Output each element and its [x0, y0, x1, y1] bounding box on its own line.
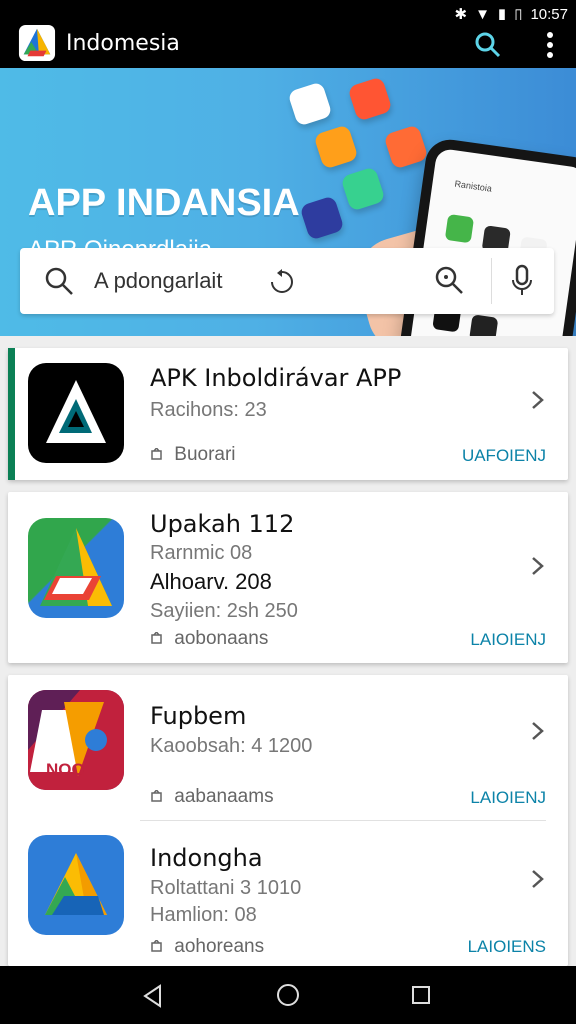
zoom-icon[interactable]	[434, 265, 464, 295]
phone-label: Ranistoia	[453, 178, 493, 194]
app-tag: Buorari	[150, 444, 236, 466]
phone-app-tile	[469, 314, 499, 336]
app-size: Sayiien: 2sh 250	[150, 600, 298, 622]
category-icon	[151, 790, 162, 803]
floating-app-icon	[347, 76, 393, 122]
selected-card-accent	[8, 348, 15, 480]
system-navigation-bar	[0, 966, 576, 1024]
floating-app-icon	[299, 195, 345, 241]
search-icon[interactable]	[44, 266, 74, 296]
banner-title: APP INDANSIA	[28, 182, 300, 224]
app-action[interactable]: LAIOIENS	[468, 937, 546, 957]
category-icon	[151, 632, 162, 645]
app-header: Indomesia	[0, 20, 576, 68]
chevron-right-icon[interactable]	[530, 868, 546, 890]
app-tag: aobonaans	[150, 628, 268, 650]
floating-app-icon	[340, 166, 386, 212]
app-meta: Kaoobsah: 4 1200	[150, 735, 313, 757]
refresh-icon[interactable]	[268, 268, 296, 296]
app-logo-icon	[18, 24, 56, 62]
app-meta: Roltattani 3 1010	[150, 877, 302, 899]
app-action[interactable]: UAFOIENJ	[462, 446, 546, 466]
app-action[interactable]: LAIOIENJ	[470, 788, 546, 808]
app-tag: aohoreans	[150, 936, 264, 958]
more-vert-icon[interactable]	[546, 31, 554, 59]
card-divider	[140, 820, 546, 821]
app-meta: Racihons: 23	[150, 399, 267, 421]
app-card[interactable]: Upakah 112 Rarnmic 08 Alhoarv. 208 Sayii…	[8, 492, 568, 663]
app-action[interactable]: LAIOIENJ	[470, 630, 546, 650]
svg-text:NOO: NOO	[46, 760, 85, 779]
app-tag-label: aohoreans	[174, 936, 265, 957]
app-secondary-meta: Hamlion: 08	[150, 904, 257, 926]
app-name: Upakah 112	[150, 510, 295, 538]
app-name: APK Inboldirávar APP	[150, 364, 402, 392]
category-icon	[151, 448, 162, 461]
app-name: Fupbem	[150, 702, 247, 730]
home-icon[interactable]	[276, 983, 300, 1007]
floating-app-icon	[383, 124, 429, 170]
app-card[interactable]: NOO Fupbem Kaoobsah: 4 1200 aabanaams LA…	[8, 675, 568, 966]
phone-app-tile	[444, 213, 475, 244]
app-tag-label: aabanaams	[174, 786, 274, 807]
floating-app-icon	[313, 124, 359, 170]
app-tag-label: aobonaans	[174, 628, 269, 649]
chevron-right-icon[interactable]	[530, 389, 546, 411]
search-divider	[491, 258, 492, 304]
app-card[interactable]: APK Inboldirávar APP Racihons: 23 Buorar…	[8, 348, 568, 480]
floating-app-icon	[287, 81, 333, 127]
search-input[interactable]: A pdongarlait	[94, 268, 222, 294]
app-icon	[28, 518, 124, 618]
search-bar[interactable]: A pdongarlait	[20, 248, 554, 314]
category-icon	[151, 940, 162, 953]
app-icon	[28, 363, 124, 463]
app-meta: Rarnmic 08	[150, 542, 253, 564]
microphone-icon[interactable]	[510, 264, 534, 298]
app-tag-label: Buorari	[174, 444, 236, 465]
back-icon[interactable]	[140, 983, 166, 1009]
app-secondary-meta: Alhoarv. 208	[150, 569, 272, 594]
app-tag: aabanaams	[150, 786, 274, 808]
chevron-right-icon[interactable]	[530, 555, 546, 577]
app-title: Indomesia	[66, 31, 180, 56]
chevron-right-icon[interactable]	[530, 720, 546, 742]
search-icon[interactable]	[474, 31, 502, 59]
app-name: Indongha	[150, 844, 263, 872]
app-icon: NOO	[28, 690, 124, 790]
app-icon	[28, 835, 124, 935]
recent-apps-icon[interactable]	[410, 984, 432, 1006]
